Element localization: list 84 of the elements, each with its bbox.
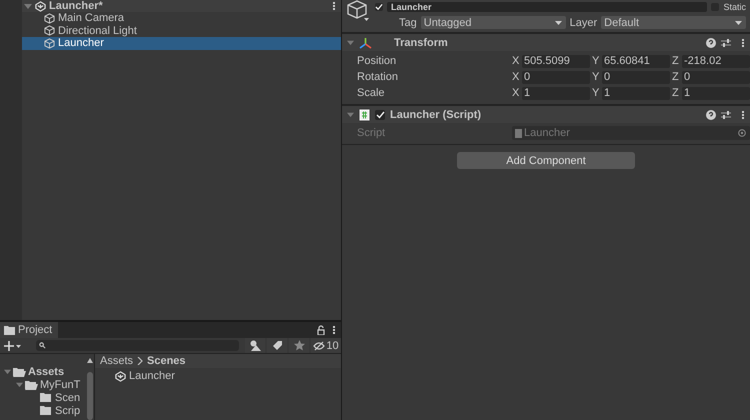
folder-icon bbox=[4, 326, 15, 334]
active-checkbox[interactable] bbox=[375, 3, 383, 11]
unity-logo-icon bbox=[115, 370, 126, 382]
expand-arrow-icon[interactable] bbox=[347, 39, 354, 46]
cube-icon bbox=[44, 38, 55, 49]
cube-icon bbox=[44, 12, 55, 24]
breadcrumb-link[interactable]: Scenes bbox=[147, 355, 186, 367]
axis-label: Y bbox=[592, 55, 600, 67]
folder-icon bbox=[25, 380, 38, 390]
number-field[interactable]: 65.60841 bbox=[602, 54, 670, 68]
lock-icon[interactable] bbox=[317, 325, 325, 335]
property-label: Rotation bbox=[357, 71, 399, 83]
number-field[interactable]: 1 bbox=[682, 86, 750, 100]
preset-sliders-icon[interactable] bbox=[721, 38, 731, 48]
eye-slash-icon bbox=[313, 340, 326, 350]
plus-icon bbox=[4, 340, 22, 350]
axes-icon bbox=[359, 36, 372, 48]
filter-by-type-icon[interactable] bbox=[245, 338, 265, 353]
add-component-button[interactable]: Add Component bbox=[457, 152, 635, 169]
layer-label: Layer bbox=[570, 16, 598, 28]
folder-icon bbox=[13, 366, 26, 376]
property-label: Scale bbox=[357, 87, 386, 99]
expand-arrow-icon[interactable] bbox=[347, 111, 354, 118]
folder-item[interactable]: MyFunT bbox=[0, 378, 84, 391]
number-field[interactable]: 1 bbox=[602, 86, 670, 100]
component-title: Transform bbox=[394, 36, 449, 48]
folder-item[interactable]: Assets bbox=[0, 365, 84, 378]
object-picker-icon[interactable] bbox=[738, 129, 746, 137]
component-header[interactable]: Launcher (Script) bbox=[342, 105, 750, 123]
hierarchy-item[interactable]: Launcher bbox=[22, 37, 341, 50]
axis-label: X bbox=[512, 55, 520, 67]
number-field[interactable]: 0 bbox=[682, 70, 750, 84]
preset-sliders-icon[interactable] bbox=[721, 110, 731, 120]
axis-label: Z bbox=[672, 87, 680, 99]
cube-icon bbox=[44, 25, 55, 36]
caret-icon bbox=[735, 20, 742, 24]
cube-icon bbox=[347, 0, 371, 22]
unity-logo-icon bbox=[35, 0, 46, 12]
chevron-icon bbox=[137, 357, 144, 365]
property-label: Position bbox=[357, 55, 398, 67]
folder-item[interactable]: Scen bbox=[0, 391, 84, 404]
folder-icon bbox=[40, 406, 53, 416]
tag-icon[interactable] bbox=[267, 338, 287, 353]
static-label: Static bbox=[723, 2, 746, 12]
tag-label: Tag bbox=[399, 16, 417, 28]
folder-icon bbox=[40, 392, 53, 402]
caret-icon bbox=[554, 20, 562, 24]
axis-label: Z bbox=[672, 71, 680, 83]
script-field: Launcher bbox=[512, 126, 750, 140]
expand-arrow-icon[interactable] bbox=[24, 2, 32, 10]
scene-name: Launcher* bbox=[49, 0, 103, 12]
layer-dropdown[interactable]: Default bbox=[601, 16, 746, 29]
number-field[interactable]: 0 bbox=[602, 70, 670, 84]
search-field[interactable] bbox=[36, 340, 239, 351]
help-icon[interactable] bbox=[706, 38, 716, 48]
hierarchy-item[interactable]: Main Camera bbox=[22, 12, 341, 24]
component-header[interactable]: Transform bbox=[342, 33, 750, 51]
enabled-checkbox[interactable] bbox=[375, 110, 385, 120]
scene-file-item[interactable]: Launcher bbox=[95, 368, 341, 384]
scrollbar-thumb[interactable] bbox=[87, 372, 93, 420]
axis-label: X bbox=[512, 87, 520, 99]
name-field[interactable]: Launcher bbox=[387, 2, 708, 12]
axis-label: Y bbox=[592, 71, 600, 83]
search-icon bbox=[39, 342, 46, 349]
project-tab[interactable]: Project bbox=[0, 322, 58, 338]
breadcrumb-link[interactable]: Assets bbox=[100, 355, 134, 367]
axis-label: Z bbox=[672, 55, 680, 67]
tag-dropdown[interactable]: Untagged bbox=[420, 16, 566, 29]
number-field[interactable]: -218.02 bbox=[682, 54, 750, 68]
folder-item[interactable]: Scrip bbox=[0, 404, 84, 417]
property-label: Script bbox=[357, 127, 386, 139]
scroll-up-arrow-icon[interactable] bbox=[87, 358, 93, 363]
scene-row[interactable]: Launcher* bbox=[22, 0, 341, 12]
number-field[interactable]: 505.5099 bbox=[522, 54, 590, 68]
component-title: Launcher (Script) bbox=[390, 108, 482, 120]
hidden-count-button[interactable]: 10 bbox=[311, 338, 341, 353]
script-file-icon bbox=[359, 108, 370, 120]
axis-label: X bbox=[512, 71, 520, 83]
help-icon[interactable] bbox=[706, 110, 716, 120]
number-field[interactable]: 0 bbox=[522, 70, 590, 84]
axis-label: Y bbox=[592, 87, 600, 99]
hierarchy-item[interactable]: Directional Light bbox=[22, 24, 341, 37]
number-field[interactable]: 1 bbox=[522, 86, 590, 100]
file-icon bbox=[515, 128, 522, 138]
